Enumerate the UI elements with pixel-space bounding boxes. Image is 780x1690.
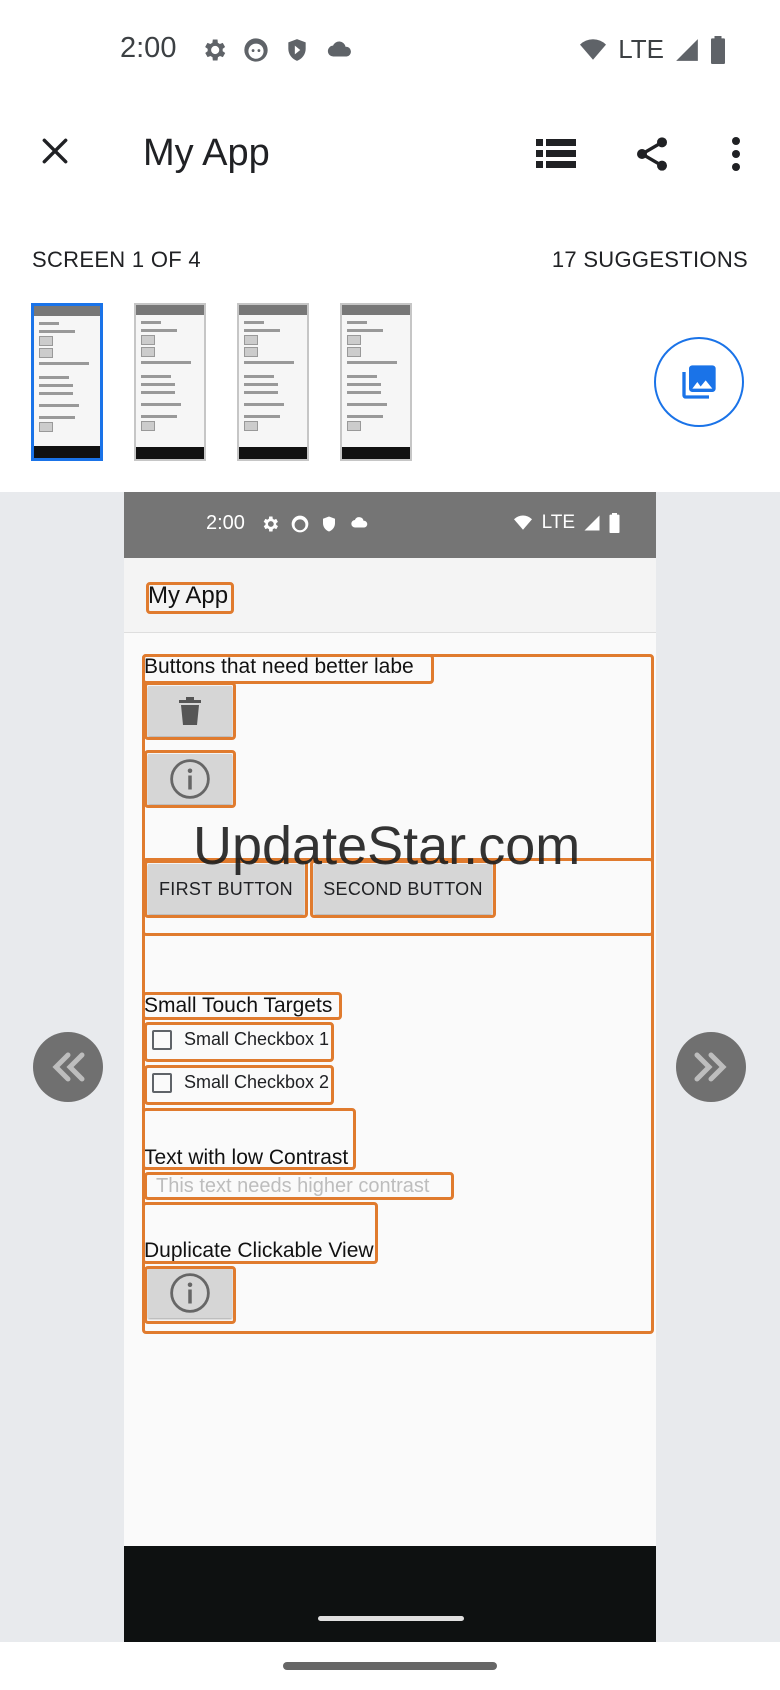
photo-library-icon	[682, 365, 716, 399]
highlight-box[interactable]	[142, 1202, 378, 1264]
preview-nav-bar	[124, 1546, 656, 1642]
screen-thumbnail-1[interactable]	[31, 303, 103, 461]
signal-icon	[584, 515, 600, 531]
share-button[interactable]	[624, 126, 680, 182]
highlight-box[interactable]	[144, 1022, 334, 1062]
highlight-box[interactable]	[144, 750, 236, 808]
wifi-icon	[580, 38, 607, 60]
android-face-icon	[291, 515, 309, 533]
status-icons	[200, 36, 354, 64]
highlight-box[interactable]	[144, 1266, 236, 1324]
more-options-button[interactable]	[708, 126, 764, 182]
wifi-icon	[513, 515, 532, 530]
screenshot-preview: 2:00 LTE My App Buttons that need better…	[124, 492, 656, 1642]
close-icon	[42, 138, 68, 164]
highlight-box[interactable]	[142, 992, 342, 1020]
highlight-box[interactable]	[142, 654, 434, 684]
battery-icon	[609, 513, 620, 533]
cloud-icon	[351, 517, 368, 528]
gallery-button[interactable]	[654, 337, 744, 427]
share-icon	[637, 137, 667, 171]
network-type: LTE	[618, 34, 664, 64]
list-icon	[536, 139, 576, 168]
settings-icon	[263, 516, 278, 532]
more-vert-icon	[732, 137, 740, 171]
battery-icon	[711, 35, 725, 64]
preview-home-pill	[318, 1616, 464, 1621]
screen-counter: SCREEN 1 OF 4	[32, 247, 201, 272]
highlight-box[interactable]	[144, 1172, 454, 1200]
signal-icon	[676, 38, 698, 61]
highlight-box[interactable]	[142, 1108, 356, 1170]
preview-status-time: 2:00	[206, 512, 245, 534]
shield-play-icon	[288, 39, 306, 61]
double-chevron-right-icon	[694, 1052, 727, 1082]
gesture-bar[interactable]	[283, 1662, 497, 1670]
highlight-box[interactable]	[144, 1065, 334, 1105]
preview-status-bar: 2:00 LTE	[124, 492, 656, 558]
settings-icon	[205, 39, 226, 61]
next-screen-button[interactable]	[676, 1032, 746, 1102]
app-title: My App	[143, 132, 270, 174]
android-face-icon	[244, 38, 268, 62]
screen-thumbnail-4[interactable]	[340, 303, 412, 461]
status-time: 2:00	[120, 32, 177, 64]
close-button[interactable]	[30, 126, 80, 176]
watermark: UpdateStar.com	[193, 816, 581, 876]
suggestions-count: 17 SUGGESTIONS	[551, 247, 748, 272]
shield-play-icon	[323, 516, 335, 532]
preview-network-type: LTE	[541, 512, 575, 533]
list-view-button[interactable]	[528, 126, 584, 182]
highlight-box[interactable]	[144, 682, 236, 740]
double-chevron-left-icon	[52, 1052, 85, 1082]
cloud-icon	[327, 41, 351, 57]
highlight-box[interactable]	[146, 582, 234, 614]
screen-thumbnail-3[interactable]	[237, 303, 309, 461]
status-icons-right: LTE	[578, 34, 726, 65]
screen-thumbnail-2[interactable]	[134, 303, 206, 461]
previous-screen-button[interactable]	[33, 1032, 103, 1102]
